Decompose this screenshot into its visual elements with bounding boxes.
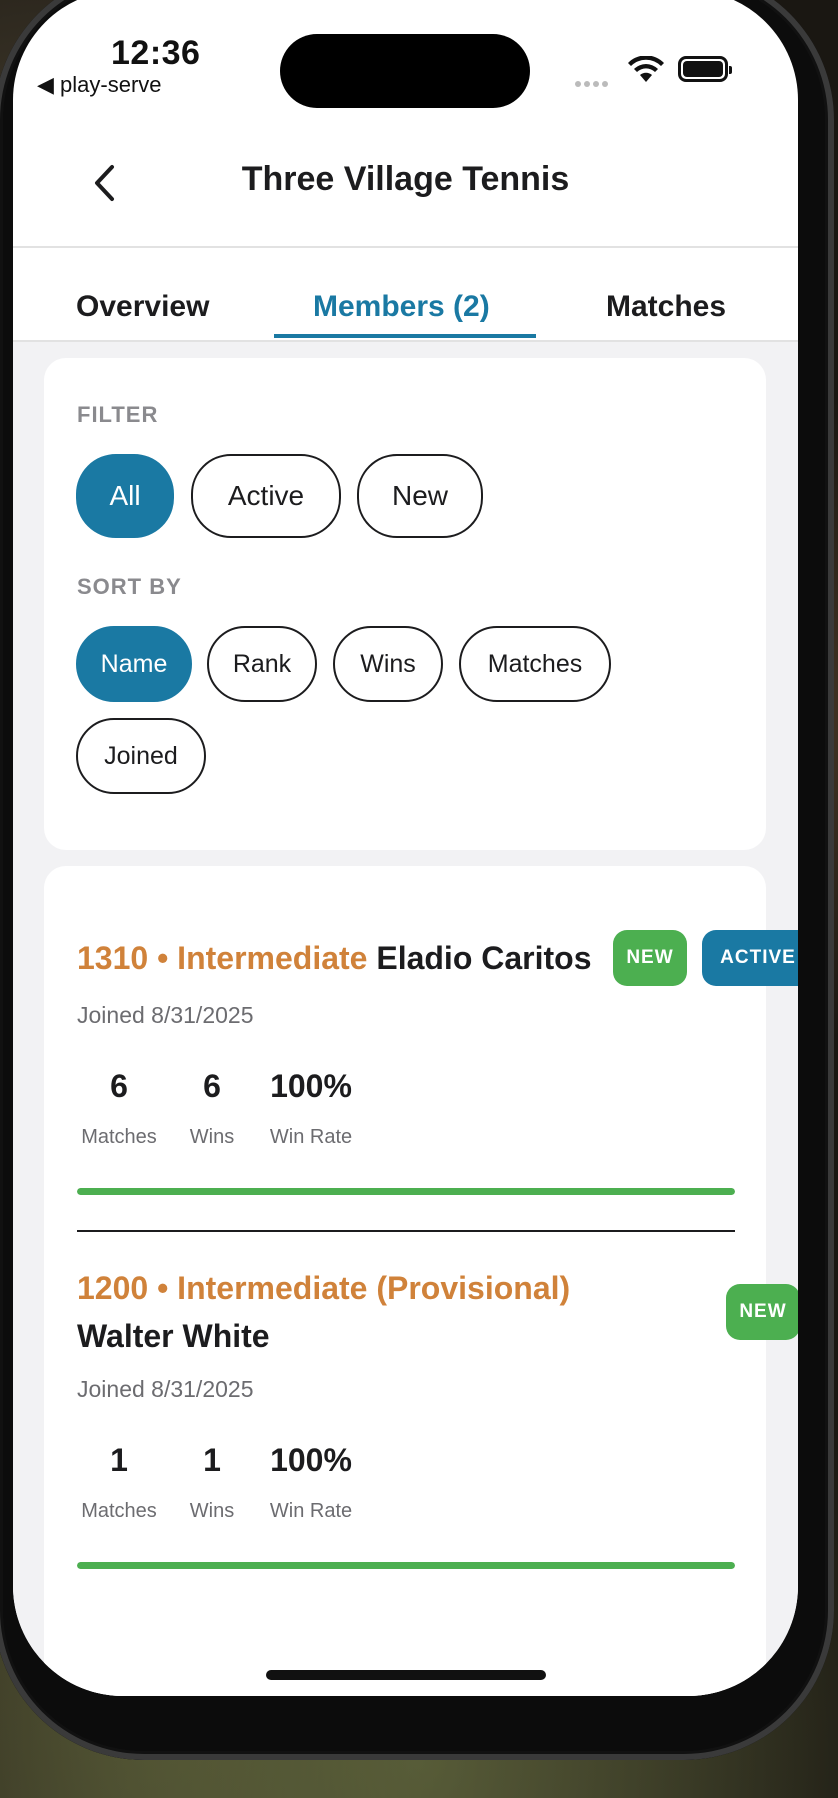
battery-icon [678, 56, 732, 82]
win-rate-value: 100% [270, 1442, 352, 1478]
tab-matches[interactable]: Matches [606, 290, 726, 324]
filter-label: FILTER [77, 402, 159, 427]
win-rate-label: Win Rate [269, 1126, 353, 1148]
sort-matches-chip[interactable]: Matches [459, 626, 611, 702]
filter-all-chip[interactable]: All [76, 454, 174, 538]
filter-active-chip[interactable]: Active [191, 454, 341, 538]
win-rate-bar [77, 1188, 735, 1195]
win-rate-bar-fill [77, 1188, 735, 1195]
page-title: Three Village Tennis [241, 160, 570, 198]
win-rate-bar-fill [77, 1562, 735, 1569]
wins-count: 6 [203, 1068, 221, 1104]
member-joined-date: Joined 8/31/2025 [77, 1002, 254, 1028]
status-time: 12:36 [111, 34, 201, 72]
matches-count: 6 [110, 1068, 128, 1104]
win-rate-value: 100% [270, 1068, 352, 1104]
new-badge: NEW [726, 1284, 798, 1340]
member-name: Eladio Caritos [376, 940, 592, 976]
member-joined-date: Joined 8/31/2025 [77, 1376, 254, 1402]
phone-frame: 12:36 ◀ play-serve Three Village Tennis … [0, 0, 834, 1760]
sort-rank-chip[interactable]: Rank [207, 626, 317, 702]
matches-label: Matches [81, 1500, 157, 1522]
wins-count: 1 [203, 1442, 221, 1478]
member-rating-level: 1310 • Intermediate [77, 940, 368, 976]
back-to-app-link[interactable]: ◀ play-serve [37, 72, 162, 98]
member-name: Walter White [77, 1318, 270, 1354]
matches-label: Matches [81, 1126, 157, 1148]
tab-overview[interactable]: Overview [76, 290, 209, 324]
wins-label: Wins [189, 1500, 235, 1522]
wifi-icon [628, 56, 664, 82]
dynamic-island [280, 34, 530, 108]
active-tab-indicator [274, 334, 536, 338]
active-badge: ACTIVE [702, 930, 798, 986]
new-badge: NEW [613, 930, 687, 986]
home-indicator[interactable] [266, 1670, 546, 1680]
matches-count: 1 [110, 1442, 128, 1478]
sort-name-chip[interactable]: Name [76, 626, 192, 702]
filter-new-chip[interactable]: New [357, 454, 483, 538]
sort-joined-chip[interactable]: Joined [76, 718, 206, 794]
win-rate-label: Win Rate [269, 1500, 353, 1522]
member-title[interactable]: 1200 • Intermediate (Provisional) Walter… [77, 1264, 637, 1360]
member-divider [77, 1230, 735, 1232]
member-title[interactable]: 1310 • Intermediate Eladio Caritos [77, 934, 637, 982]
cellular-signal-icon [575, 74, 611, 92]
member-rating-level: 1200 • Intermediate (Provisional) [77, 1270, 571, 1306]
app-screen: 12:36 ◀ play-serve Three Village Tennis … [13, 0, 798, 1696]
header-divider [13, 246, 798, 248]
tab-members[interactable]: Members (2) [313, 290, 490, 324]
wins-label: Wins [189, 1126, 235, 1148]
win-rate-bar [77, 1562, 735, 1569]
sort-by-label: SORT BY [77, 574, 182, 599]
sort-wins-chip[interactable]: Wins [333, 626, 443, 702]
